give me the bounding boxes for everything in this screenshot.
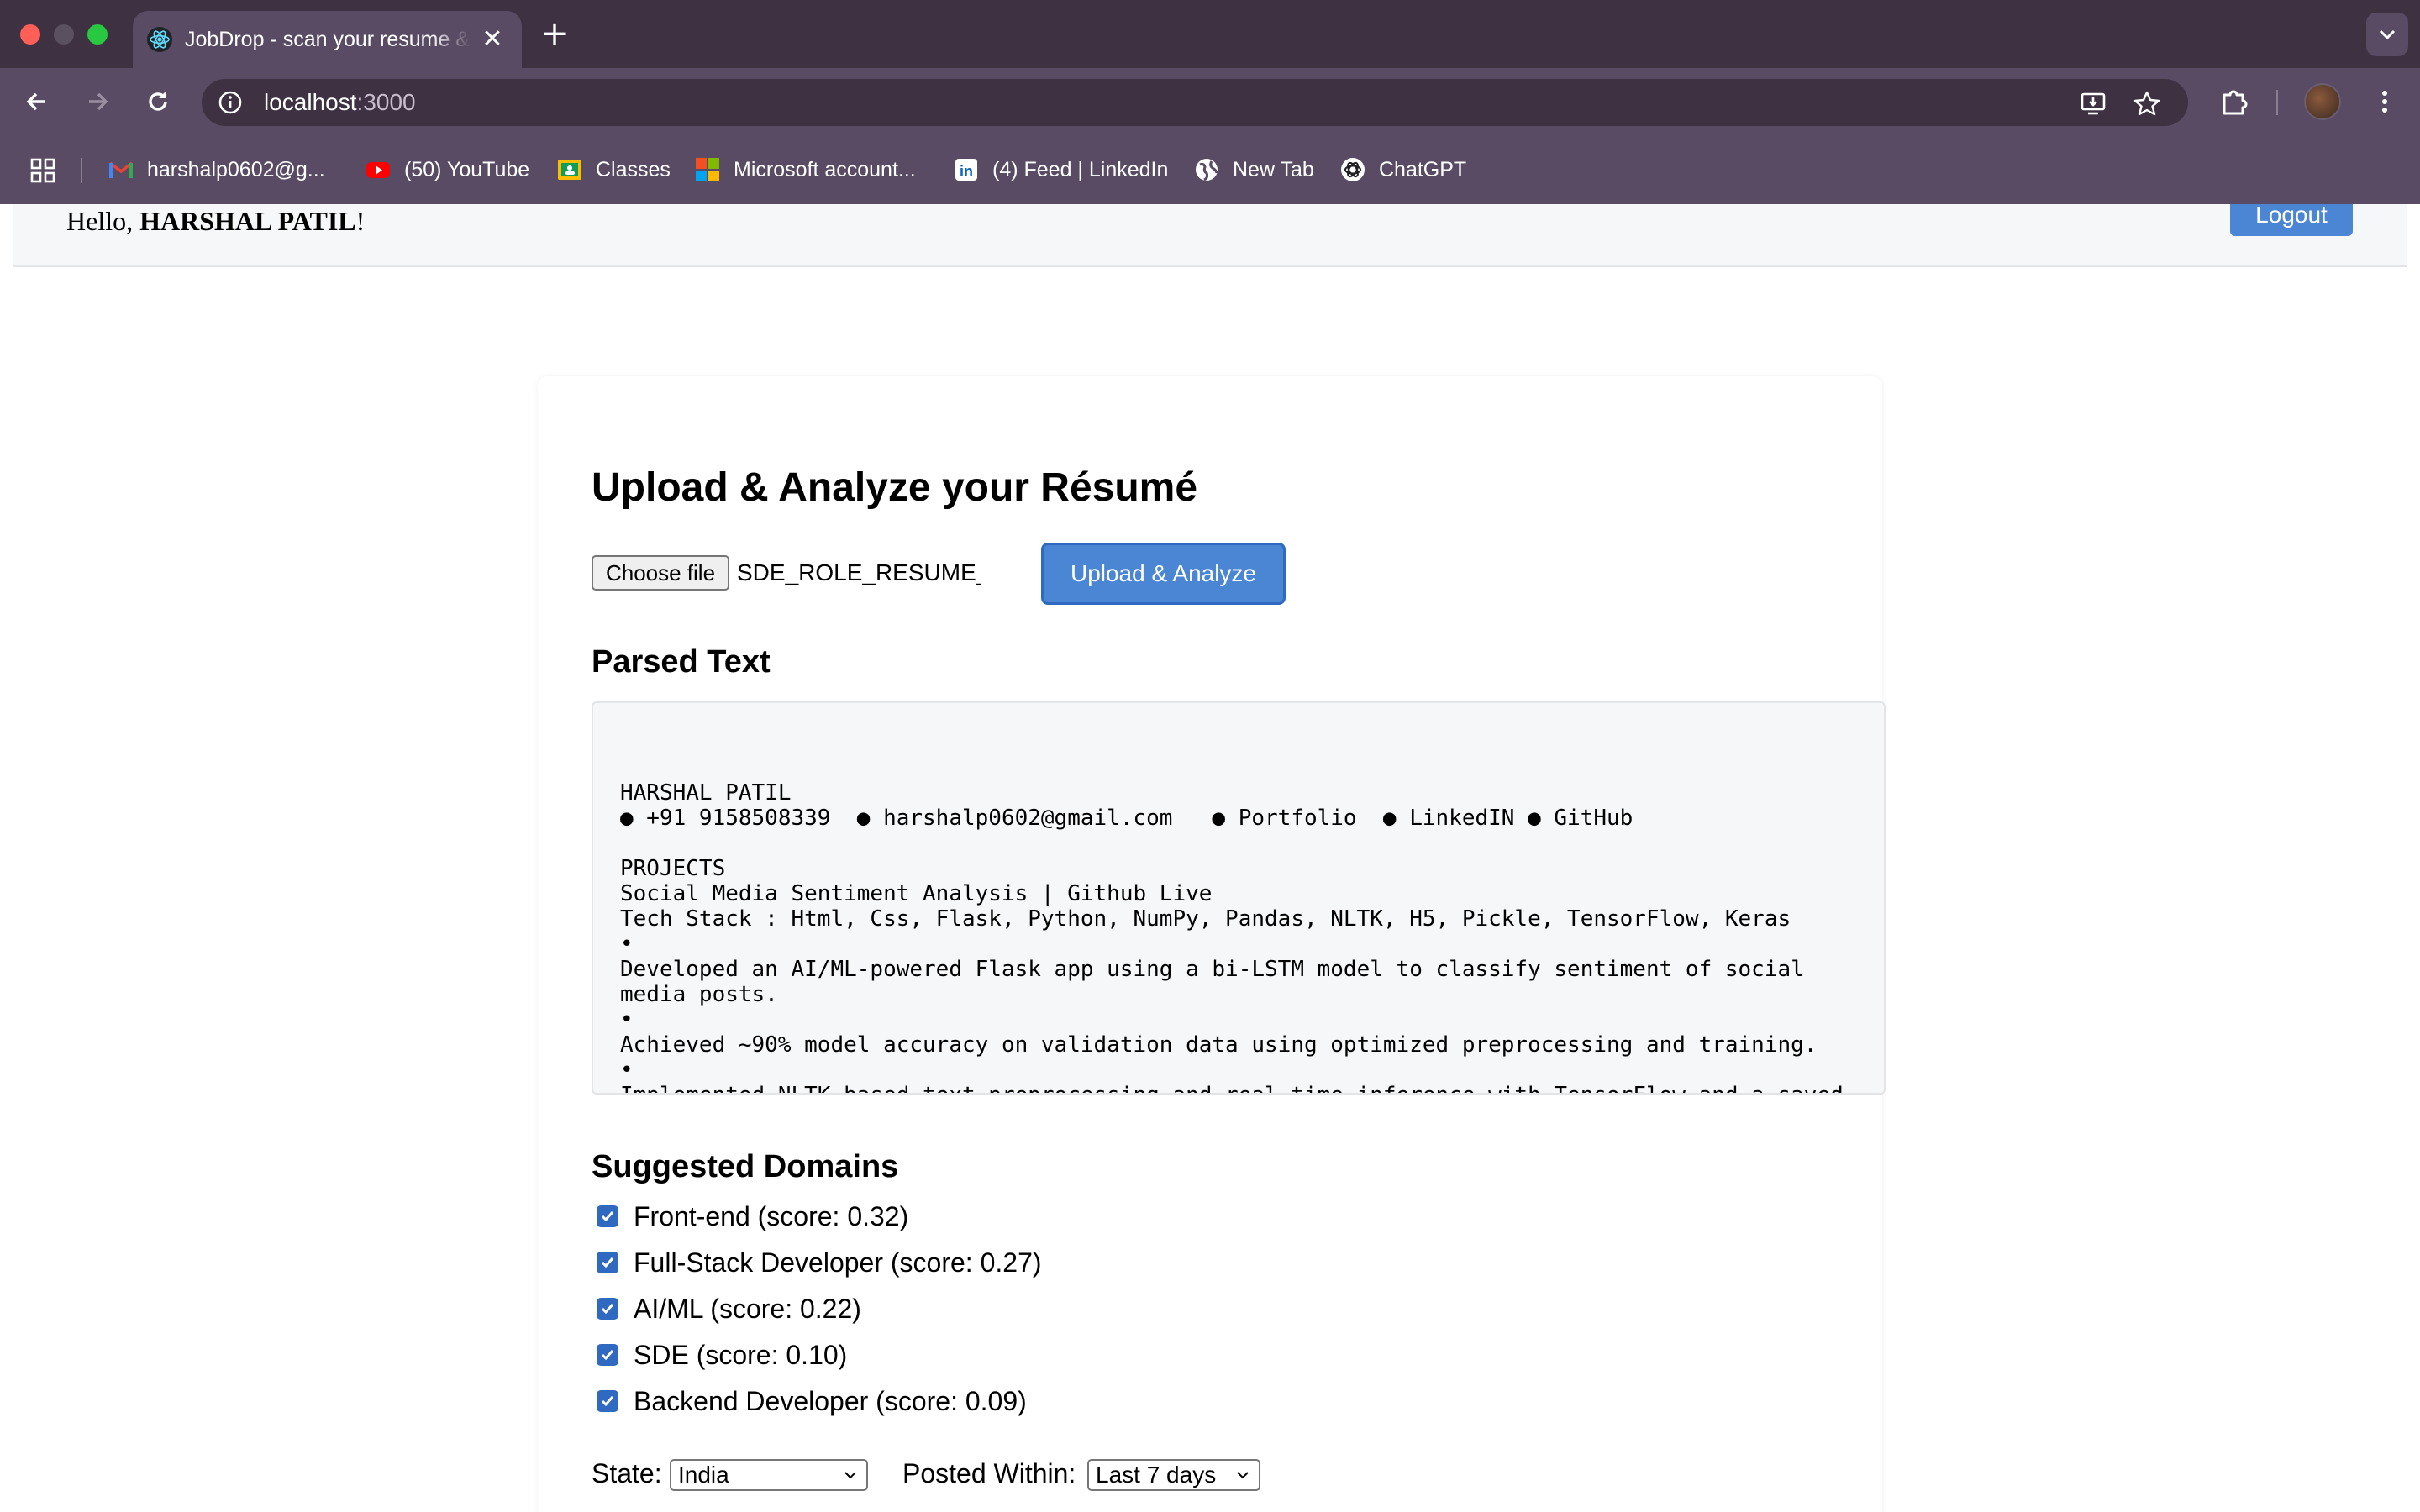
posted-within-value: Last 7 days bbox=[1096, 1462, 1217, 1488]
selected-file-name: SDE_ROLE_RESUME_ bbox=[737, 559, 981, 585]
check-icon bbox=[601, 1304, 614, 1315]
bookmarks-divider bbox=[81, 158, 82, 183]
bookmark-label: Microsoft account... bbox=[734, 157, 916, 181]
parsed-text-content: HARSHAL PATIL ● +91 9158508339 ● harshal… bbox=[620, 780, 1844, 1093]
chevron-down-icon bbox=[2379, 29, 2396, 40]
url-text: localhost:3000 bbox=[264, 89, 416, 115]
checkbox-checked[interactable] bbox=[597, 1344, 618, 1366]
bookmark-label: harshalp0602@g... bbox=[147, 157, 325, 181]
browser-toolbar: localhost:3000 bbox=[0, 68, 2420, 136]
checkbox-checked[interactable] bbox=[597, 1298, 618, 1320]
parsed-text-box[interactable]: HARSHAL PATIL ● +91 9158508339 ● harshal… bbox=[592, 701, 1886, 1095]
globe-icon bbox=[1196, 159, 1218, 181]
profile-avatar[interactable] bbox=[2304, 83, 2341, 120]
close-tab-icon[interactable]: ✕ bbox=[477, 24, 508, 55]
app-header: Hello, HARSHAL PATIL! Logout bbox=[13, 204, 2407, 267]
chevron-down-icon bbox=[1237, 1472, 1249, 1479]
chevron-down-icon bbox=[844, 1472, 856, 1479]
linkedin-icon: in bbox=[955, 159, 977, 181]
browser-tab-bar: JobDrop - scan your resume & get job ✕ + bbox=[0, 0, 2420, 68]
site-info-icon[interactable] bbox=[217, 89, 244, 116]
tab-title: JobDrop - scan your resume & get job bbox=[185, 28, 471, 51]
extensions-icon[interactable] bbox=[2217, 85, 2250, 118]
domain-option[interactable]: Full-Stack Developer (score: 0.27) bbox=[597, 1242, 1042, 1283]
bookmark-new-tab[interactable]: New Tab bbox=[1193, 153, 1314, 186]
active-tab[interactable]: JobDrop - scan your resume & get job ✕ bbox=[133, 11, 522, 68]
apps-grid-icon[interactable] bbox=[29, 156, 57, 185]
state-select[interactable]: India bbox=[670, 1459, 868, 1491]
greeting: Hello, HARSHAL PATIL! bbox=[66, 206, 366, 236]
back-arrow-icon[interactable] bbox=[20, 85, 54, 118]
state-select-value: India bbox=[678, 1462, 729, 1488]
domain-label: Backend Developer (score: 0.09) bbox=[634, 1385, 1027, 1416]
bookmark-label: ChatGPT bbox=[1379, 157, 1467, 181]
check-icon bbox=[601, 1350, 614, 1361]
youtube-icon bbox=[366, 162, 390, 178]
domain-label: SDE (score: 0.10) bbox=[634, 1339, 848, 1370]
domain-option[interactable]: Backend Developer (score: 0.09) bbox=[597, 1381, 1027, 1421]
forward-arrow-icon[interactable] bbox=[81, 85, 114, 118]
reload-icon[interactable] bbox=[141, 85, 175, 118]
bookmark-label: Classes bbox=[596, 157, 671, 181]
logout-button[interactable]: Logout bbox=[2230, 204, 2353, 236]
bookmarks-bar: harshalp0602@g... (50) YouTube Classes M… bbox=[0, 136, 2420, 204]
check-icon bbox=[601, 1257, 614, 1268]
checkbox-checked[interactable] bbox=[597, 1252, 618, 1273]
minimize-window-button[interactable] bbox=[54, 24, 74, 45]
upload-analyze-button[interactable]: Upload & Analyze bbox=[1041, 543, 1286, 605]
toolbar-divider bbox=[2276, 90, 2278, 115]
install-app-icon[interactable] bbox=[2079, 89, 2107, 118]
microsoft-icon bbox=[696, 158, 719, 181]
bookmark-youtube[interactable]: (50) YouTube bbox=[365, 153, 529, 186]
checkbox-checked[interactable] bbox=[597, 1390, 618, 1412]
classroom-icon bbox=[558, 160, 581, 180]
bookmark-gmail[interactable]: harshalp0602@g... bbox=[108, 153, 325, 186]
check-icon bbox=[601, 1396, 614, 1407]
choose-file-button[interactable]: Choose file bbox=[592, 555, 729, 591]
address-bar[interactable]: localhost:3000 bbox=[202, 79, 2188, 126]
domain-option[interactable]: AI/ML (score: 0.22) bbox=[597, 1289, 861, 1329]
state-label: State: bbox=[592, 1458, 662, 1488]
checkbox-checked[interactable] bbox=[597, 1205, 618, 1227]
new-tab-button[interactable]: + bbox=[538, 17, 571, 50]
domain-option[interactable]: Front-end (score: 0.32) bbox=[597, 1196, 908, 1236]
close-window-button[interactable] bbox=[20, 24, 40, 45]
page-title: Upload & Analyze your Résumé bbox=[592, 465, 1198, 510]
tab-search-button[interactable] bbox=[2366, 13, 2408, 56]
user-name: HARSHAL PATIL bbox=[139, 206, 356, 236]
bookmark-label: (50) YouTube bbox=[404, 157, 530, 181]
more-menu-icon[interactable] bbox=[2368, 85, 2402, 118]
bookmark-star-icon[interactable] bbox=[2133, 89, 2161, 118]
posted-within-label: Posted Within: bbox=[902, 1458, 1076, 1488]
chatgpt-icon bbox=[1341, 158, 1365, 181]
bookmark-microsoft[interactable]: Microsoft account... bbox=[694, 153, 916, 186]
parsed-text-heading: Parsed Text bbox=[592, 644, 771, 680]
domain-label: AI/ML (score: 0.22) bbox=[634, 1293, 861, 1324]
react-icon bbox=[147, 27, 172, 52]
bookmark-label: New Tab bbox=[1233, 157, 1314, 181]
bookmark-chatgpt[interactable]: ChatGPT bbox=[1339, 153, 1466, 186]
domain-label: Front-end (score: 0.32) bbox=[634, 1200, 909, 1231]
gmail-icon bbox=[108, 161, 134, 178]
domain-option[interactable]: SDE (score: 0.10) bbox=[597, 1335, 847, 1375]
bookmark-linkedin[interactable]: in (4) Feed | LinkedIn bbox=[953, 153, 1168, 186]
domain-label: Full-Stack Developer (score: 0.27) bbox=[634, 1247, 1042, 1278]
check-icon bbox=[601, 1211, 614, 1222]
posted-within-select[interactable]: Last 7 days bbox=[1087, 1459, 1260, 1491]
suggested-domains-heading: Suggested Domains bbox=[592, 1149, 899, 1184]
svg-text:in: in bbox=[960, 163, 973, 180]
zoom-window-button[interactable] bbox=[87, 24, 108, 45]
bookmark-label: (4) Feed | LinkedIn bbox=[992, 157, 1169, 181]
bookmark-classes[interactable]: Classes bbox=[556, 153, 671, 186]
